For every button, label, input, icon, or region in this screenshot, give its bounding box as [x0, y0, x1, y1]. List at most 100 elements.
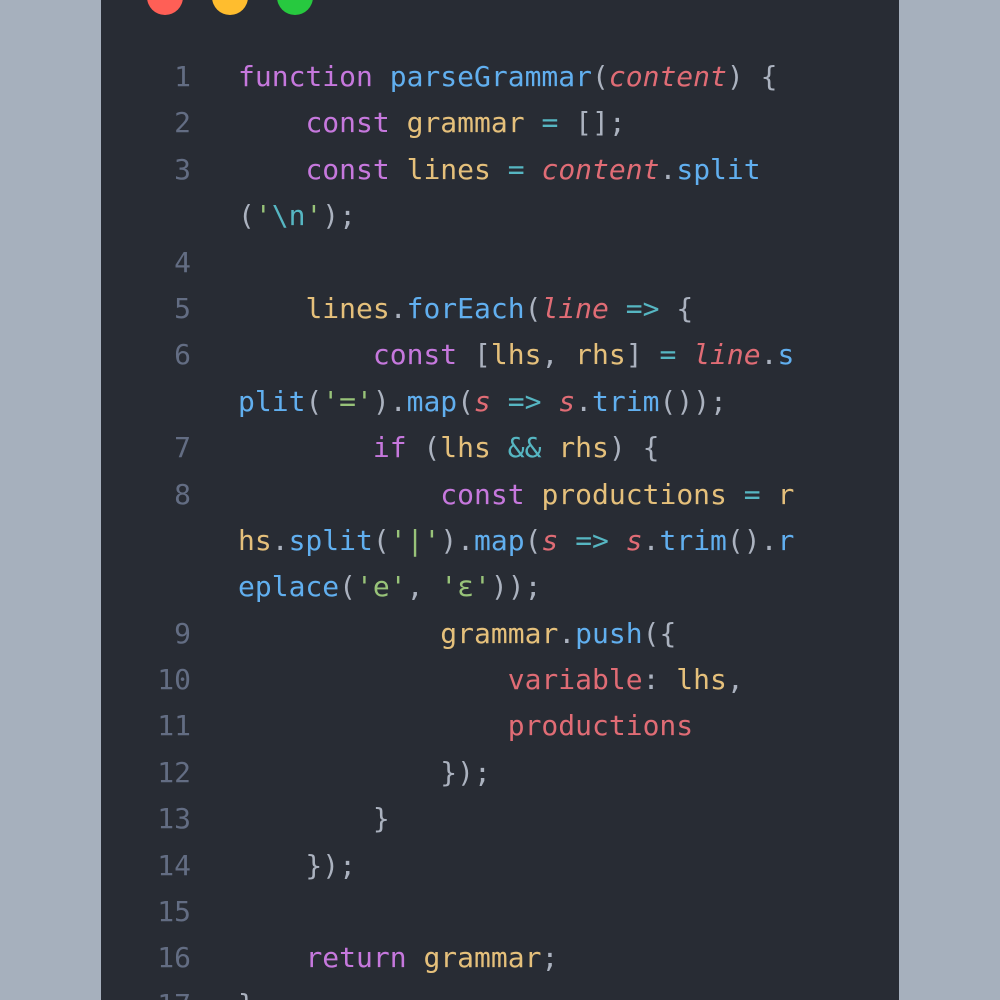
- code-token: =: [743, 477, 761, 511]
- code-token: =: [507, 152, 525, 186]
- code-token: (: [339, 570, 357, 604]
- code-token: {: [659, 291, 694, 325]
- code-token: rhs: [575, 338, 626, 372]
- code-token: 'ε': [440, 570, 491, 604]
- code-token: grammar: [440, 616, 559, 650]
- line-number: 5: [174, 291, 191, 325]
- code-token: ': [305, 199, 323, 233]
- code-window: 1 function parseGrammar(content) {2 const…: [101, 0, 899, 1000]
- code-token: .: [659, 152, 677, 186]
- code-token: content: [541, 152, 660, 186]
- line-text: variable: lhs,: [238, 657, 744, 703]
- code-token: ).: [440, 523, 475, 557]
- line-text: plit('=').map(s => s.trim());: [238, 379, 727, 425]
- line-text: function parseGrammar(content) {: [238, 54, 777, 100]
- code-line: 12 });: [101, 750, 899, 796]
- line-text: eplace('e', 'ε'));: [238, 564, 541, 610]
- line-text: }: [238, 982, 255, 1000]
- code-line: hs.split('|').map(s => s.trim().r: [101, 518, 899, 564]
- code-line: 14 });: [101, 843, 899, 889]
- code-token: ({: [642, 616, 677, 650]
- code-token: s: [625, 523, 643, 557]
- code-token: (: [238, 199, 255, 233]
- code-token: lhs: [440, 431, 491, 465]
- code-token: lines: [406, 152, 491, 186]
- code-token: =: [541, 106, 559, 140]
- line-number: 7: [174, 431, 191, 465]
- code-line: 15: [101, 889, 899, 935]
- code-token: .: [389, 291, 407, 325]
- code-token: ]: [625, 338, 660, 372]
- code-token: return: [305, 941, 407, 975]
- close-button[interactable]: [147, 0, 183, 15]
- code-token: :: [642, 663, 677, 697]
- code-token: r: [777, 477, 795, 511]
- code-line: 7 if (lhs && rhs) {: [101, 425, 899, 471]
- code-token: lhs: [490, 338, 542, 372]
- code-token: const: [305, 152, 390, 186]
- code-token: ().: [726, 523, 778, 557]
- code-token: content: [608, 60, 727, 93]
- code-token: split: [676, 152, 761, 186]
- code-token: ,: [406, 570, 441, 604]
- line-number: 12: [157, 755, 191, 789]
- code-token: const: [440, 477, 525, 511]
- code-token: push: [575, 616, 643, 650]
- code-token: ,: [541, 338, 576, 372]
- code-token: function: [238, 60, 373, 93]
- code-line: 9 grammar.push({: [101, 611, 899, 657]
- code-token: ': [254, 199, 272, 233]
- code-token: productions: [507, 709, 694, 743]
- line-number: 10: [157, 663, 191, 697]
- line-text: const grammar = [];: [238, 100, 626, 146]
- code-line: 8 const productions = r: [101, 472, 899, 518]
- line-number: 16: [157, 941, 191, 975]
- code-token: lhs: [676, 663, 727, 697]
- code-token: ));: [490, 570, 542, 604]
- code-token: =>: [575, 523, 609, 557]
- code-line: 3 const lines = content.split: [101, 147, 899, 193]
- line-number: 17: [101, 982, 191, 1000]
- code-token: .: [271, 523, 289, 557]
- line-text: });: [238, 843, 356, 889]
- code-token: (: [457, 384, 475, 418]
- code-token: ;: [541, 941, 559, 975]
- code-token: map: [406, 384, 458, 418]
- code-token: s: [558, 384, 576, 418]
- code-line: 5 lines.forEach(line => {: [101, 286, 899, 332]
- code-token: [];: [558, 106, 626, 140]
- code-token: '=': [322, 384, 373, 418]
- code-line: 6 const [lhs, rhs] = line.s: [101, 332, 899, 378]
- code-token: ) {: [726, 60, 778, 93]
- code-line: 4: [101, 240, 899, 286]
- line-text: const productions = r: [238, 472, 794, 518]
- maximize-button[interactable]: [277, 0, 313, 15]
- code-token: .: [642, 523, 660, 557]
- minimize-button[interactable]: [212, 0, 248, 15]
- code-token: (: [592, 60, 609, 93]
- code-token: if: [372, 431, 407, 465]
- code-token: line: [693, 338, 761, 372]
- code-token: s: [777, 338, 795, 372]
- code-token: (: [406, 431, 441, 465]
- line-text: grammar.push({: [238, 611, 676, 657]
- code-token: =>: [507, 384, 542, 418]
- line-number: 2: [174, 106, 191, 140]
- code-token: =>: [625, 291, 660, 325]
